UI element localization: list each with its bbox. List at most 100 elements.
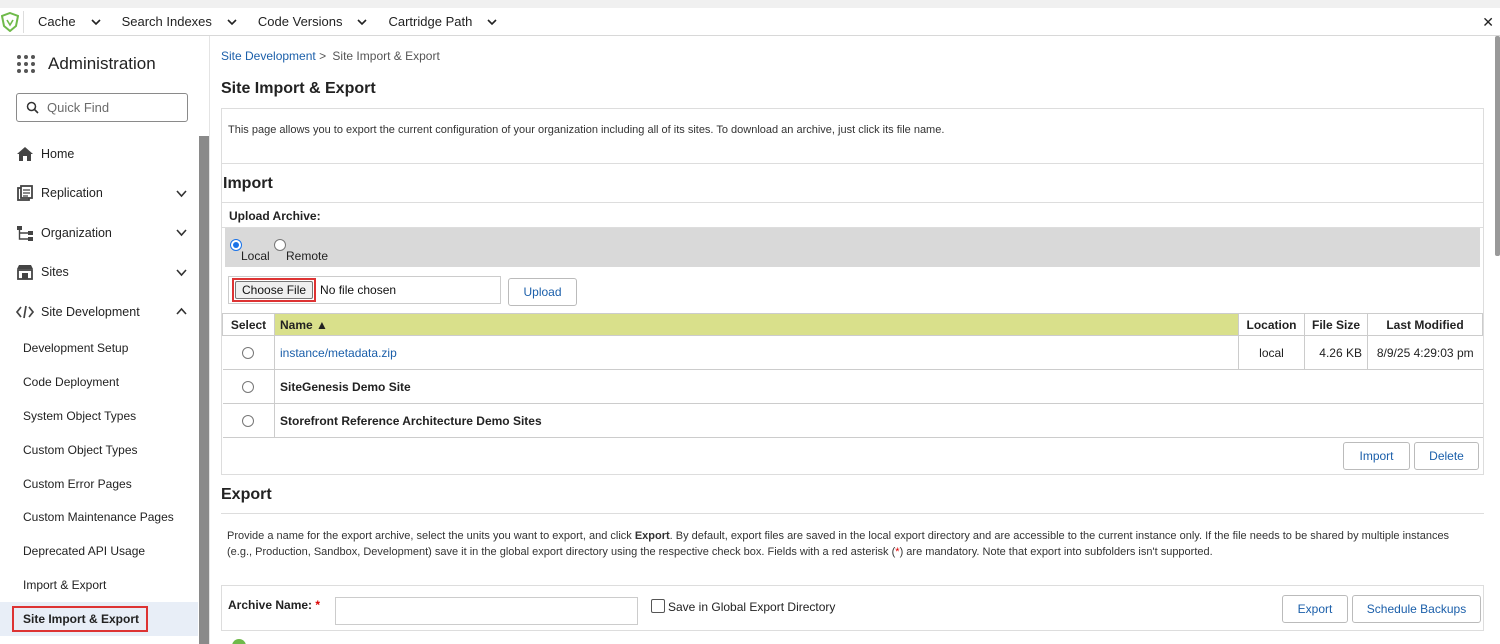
chevron-down-icon (487, 18, 497, 25)
global-export-checkbox[interactable] (651, 599, 665, 613)
size-cell: 4.26 KB (1304, 335, 1368, 370)
sidebar-subitem-system-object-types[interactable]: System Object Types (0, 399, 198, 433)
file-input[interactable]: Choose File No file chosen (228, 276, 501, 304)
sidebar-item-label: Replication (41, 186, 103, 201)
chevron-down-icon (176, 189, 187, 197)
archive-table: Select Name ▲ Location File Size Last Mo… (222, 313, 1483, 438)
schedule-backups-button[interactable]: Schedule Backups (1352, 595, 1481, 623)
sidebar-subitem-label: Development Setup (23, 341, 129, 356)
logo-icon (0, 10, 24, 33)
sidebar-item-sites[interactable]: Sites (0, 253, 198, 293)
sidebar-nav: Home Replication Organization Sites Site… (0, 134, 198, 636)
sidebar-item-label: Home (41, 146, 75, 161)
sidebar-subitem-label: System Object Types (23, 408, 137, 423)
sidebar-subitem-site-import-export[interactable]: Site Import & Export (0, 601, 198, 636)
row-radio[interactable] (242, 381, 255, 394)
archive-name-row: Archive Name: * Save in Global Export Di… (221, 585, 1484, 631)
page-scrollbar[interactable] (1495, 36, 1500, 256)
table-row: SiteGenesis Demo Site (222, 369, 1483, 404)
sidebar-item-label: Sites (41, 265, 69, 280)
chevron-down-icon (357, 18, 368, 25)
chevron-down-icon (176, 229, 187, 237)
menu-code-versions[interactable]: Code Versions (244, 14, 375, 29)
page-title: Site Import & Export (221, 80, 376, 97)
sidebar-item-replication[interactable]: Replication (0, 174, 198, 214)
sidebar-subitem-label: Code Deployment (23, 375, 120, 390)
upload-archive-label: Upload Archive: (229, 209, 321, 223)
chevron-up-icon (176, 307, 187, 315)
location-radio-row: Local Remote (225, 228, 1480, 267)
chevron-down-icon (91, 18, 101, 25)
menu-label: Code Versions (257, 14, 343, 29)
sidebar-subitem-import-export[interactable]: Import & Export (0, 568, 198, 602)
select-cell (222, 403, 275, 438)
divider (222, 202, 1483, 203)
sidebar-scrollbar[interactable] (199, 136, 209, 644)
export-desc-text: Provide a name for the export archive, s… (227, 530, 635, 542)
required-star: * (315, 598, 321, 612)
sidebar-subitem-development-setup[interactable]: Development Setup (0, 332, 198, 366)
row-radio[interactable] (242, 415, 255, 428)
main-content: Site Development > Site Import & Export … (210, 36, 1500, 644)
chevron-down-icon (176, 268, 187, 276)
sidebar-item-home[interactable]: Home (0, 134, 198, 174)
menu-cartridge-path[interactable]: Cartridge Path (374, 14, 504, 29)
menu-search-indexes[interactable]: Search Indexes (108, 14, 244, 29)
sidebar-subitem-label: Deprecated API Usage (23, 544, 146, 559)
delete-button[interactable]: Delete (1414, 442, 1479, 470)
column-header-select: Select (222, 313, 275, 336)
import-button[interactable]: Import (1343, 442, 1410, 470)
sidebar-subitem-label: Custom Object Types (23, 442, 138, 457)
sidebar-subitem-custom-maintenance-pages[interactable]: Custom Maintenance Pages (0, 500, 198, 534)
sidebar: Administration Quick Find Home Replicati… (0, 36, 210, 644)
choose-file-label: Choose File (235, 281, 314, 299)
sidebar-item-site-development[interactable]: Site Development (0, 292, 198, 332)
sidebar-item-organization[interactable]: Organization (0, 213, 198, 253)
organization-icon (16, 224, 34, 242)
column-header-location[interactable]: Location (1238, 313, 1305, 336)
database-icon (232, 639, 246, 644)
column-header-file-size[interactable]: File Size (1304, 313, 1368, 336)
breadcrumb-link[interactable]: Site Development (221, 49, 316, 63)
file-status: No file chosen (320, 283, 397, 297)
column-header-last-modified[interactable]: Last Modified (1367, 313, 1483, 336)
location-cell: local (1238, 335, 1305, 370)
app-launcher-icon[interactable] (16, 54, 36, 74)
remote-radio-label: Remote (286, 249, 329, 263)
import-section: Import Upload Archive: Local Remote Choo… (221, 163, 1484, 475)
table-row: Storefront Reference Architecture Demo S… (222, 403, 1483, 438)
archive-link[interactable]: instance/metadata.zip (280, 346, 397, 360)
table-row: instance/metadata.zip local 4.26 KB 8/9/… (222, 335, 1483, 370)
table-header-row: Select Name ▲ Location File Size Last Mo… (222, 313, 1483, 336)
sidebar-subitem-label: Custom Maintenance Pages (23, 510, 174, 525)
modified-cell: 8/9/25 4:29:03 pm (1367, 335, 1483, 370)
sidebar-subitem-custom-object-types[interactable]: Custom Object Types (0, 433, 198, 467)
sidebar-header: Administration (16, 54, 156, 74)
close-icon[interactable]: ✕ (1482, 14, 1494, 31)
name-cell: SiteGenesis Demo Site (274, 369, 1483, 404)
global-export-checkbox-label: Save in Global Export Directory (668, 600, 836, 614)
choose-file-button[interactable]: Choose File (232, 278, 317, 302)
sidebar-subitem-custom-error-pages[interactable]: Custom Error Pages (0, 467, 198, 501)
top-menu: Cache Search Indexes Code Versions Cartr… (24, 14, 504, 29)
quick-find-input[interactable]: Quick Find (16, 93, 188, 122)
column-header-name[interactable]: Name ▲ (274, 313, 1239, 336)
sidebar-subitem-deprecated-api-usage[interactable]: Deprecated API Usage (0, 534, 198, 568)
archive-name-input[interactable] (335, 597, 638, 625)
divider (221, 630, 1484, 631)
upload-button[interactable]: Upload (508, 278, 577, 306)
search-icon (26, 101, 39, 114)
menu-cache[interactable]: Cache (24, 14, 108, 29)
info-box: This page allows you to export the curre… (221, 108, 1484, 164)
quick-find-placeholder: Quick Find (47, 100, 110, 115)
sidebar-item-label: Organization (41, 225, 112, 240)
info-text: This page allows you to export the curre… (228, 124, 945, 136)
select-cell (222, 335, 275, 370)
export-button[interactable]: Export (1282, 595, 1348, 623)
export-desc-bold: Export (634, 530, 670, 542)
sidebar-subitem-code-deployment[interactable]: Code Deployment (0, 365, 198, 399)
breadcrumb: Site Development > Site Import & Export (221, 49, 440, 63)
archive-name-label: Archive Name: * (228, 598, 320, 612)
row-radio[interactable] (242, 347, 255, 360)
remote-radio[interactable] (274, 239, 286, 251)
